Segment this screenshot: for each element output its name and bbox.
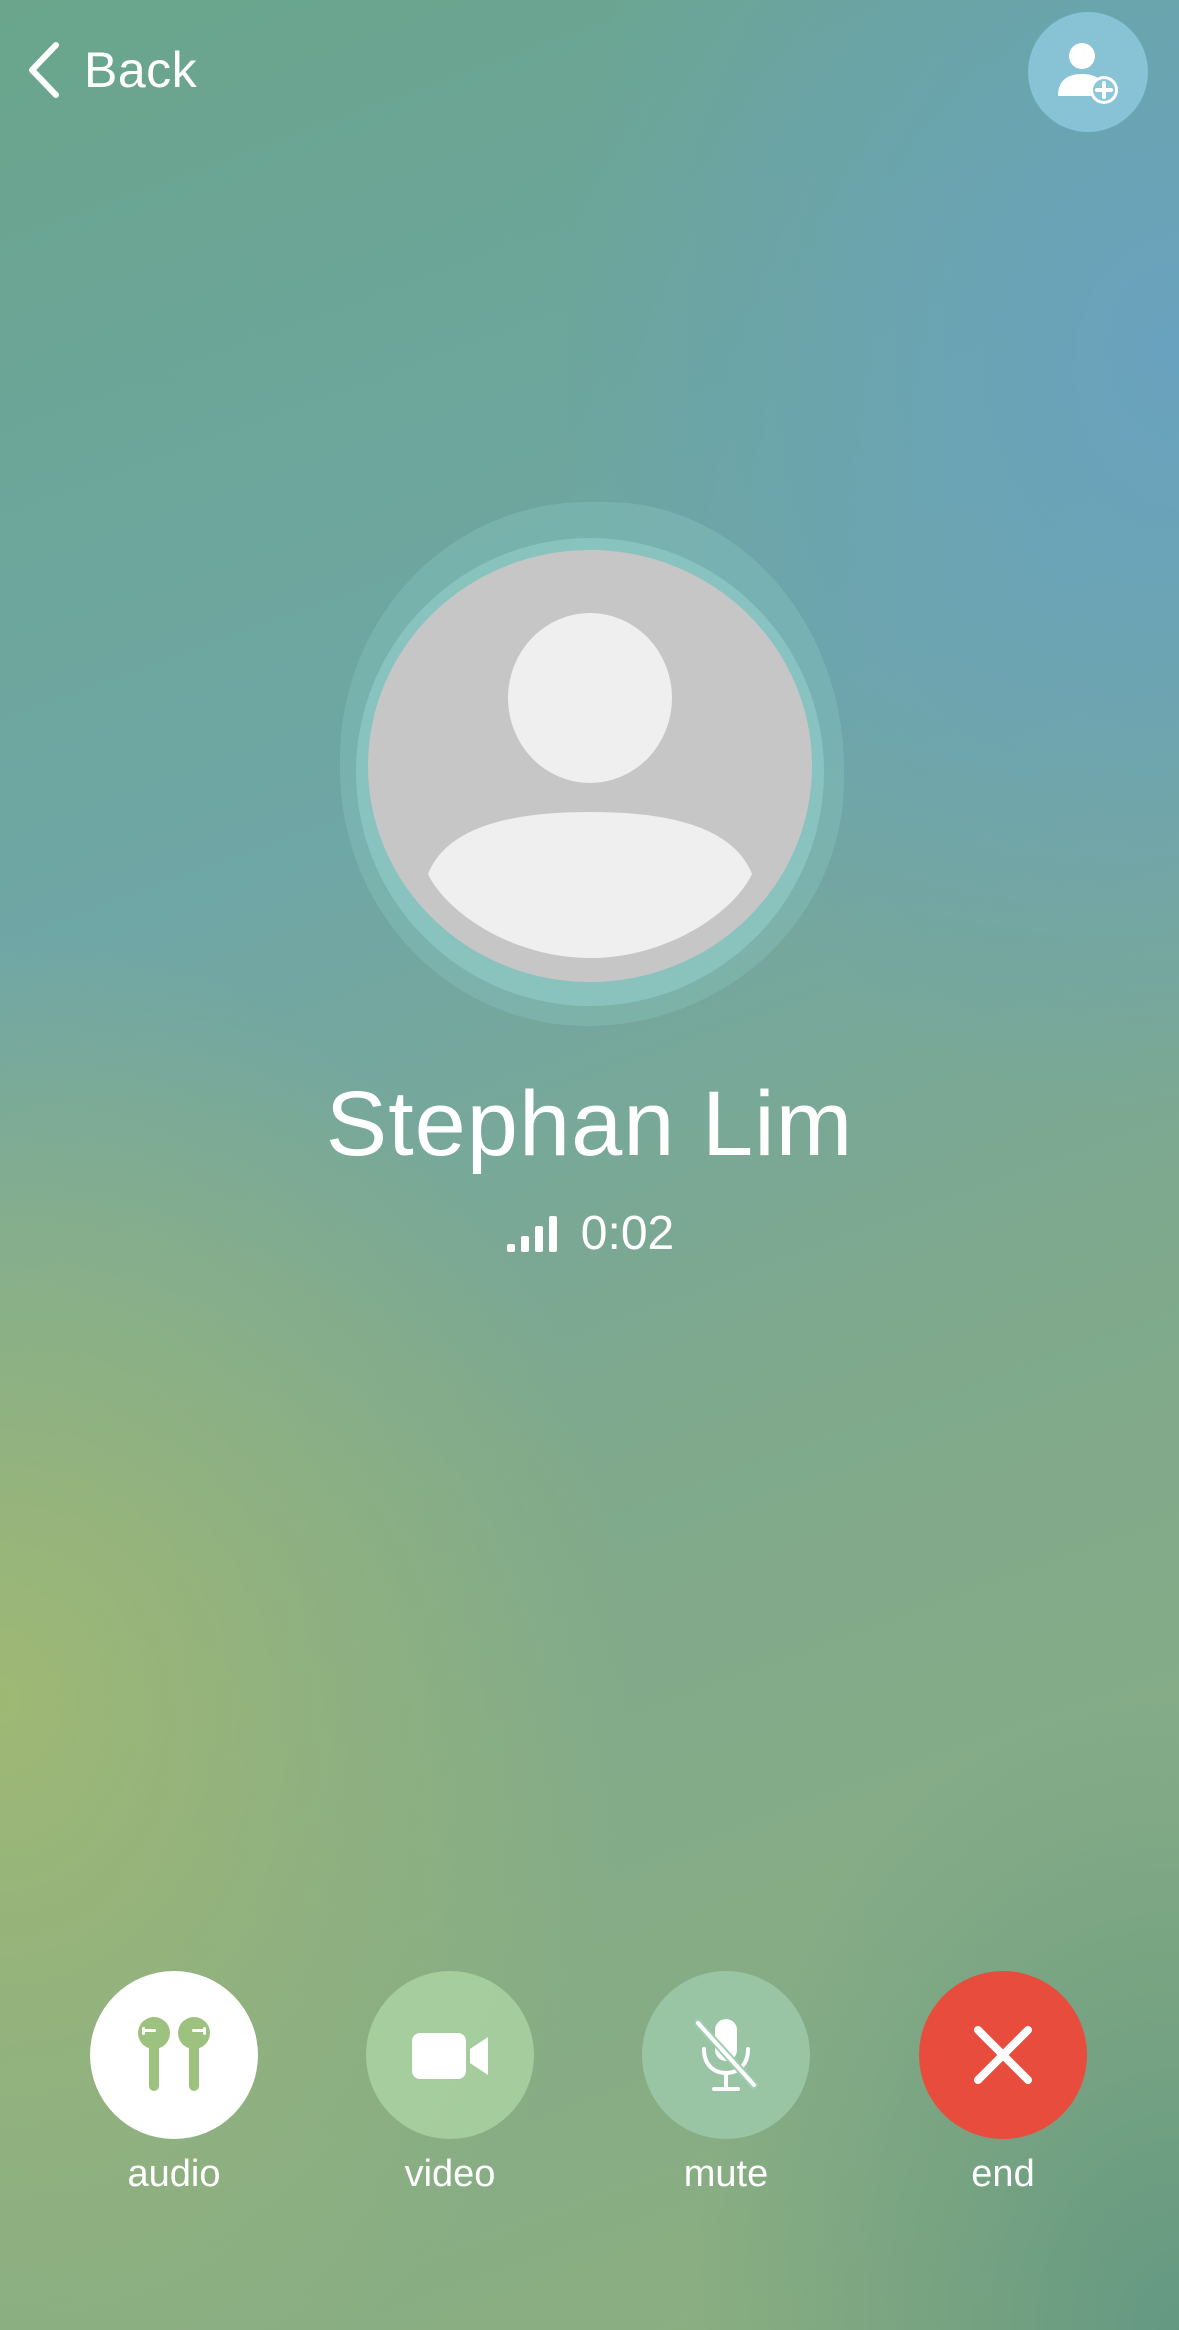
end-call-button[interactable] <box>919 1971 1087 2139</box>
video-button[interactable] <box>366 1971 534 2139</box>
add-person-icon <box>1058 43 1118 104</box>
audio-control: audio <box>89 1971 259 2196</box>
chevron-left-icon <box>29 42 59 98</box>
avatar <box>368 550 812 982</box>
audio-label: audio <box>127 2153 221 2195</box>
mute-label: mute <box>683 2153 769 2195</box>
caller-avatar <box>340 502 844 1026</box>
airpods-icon <box>138 2017 210 2091</box>
call-screen: Back Stephan Lim 0:02 audio video mute e… <box>0 0 1179 2330</box>
person-placeholder-icon <box>428 613 752 958</box>
add-person-button[interactable] <box>1028 12 1148 132</box>
end-control: end <box>918 1971 1088 2196</box>
signal-strength-icon <box>506 1215 557 1252</box>
call-status: 0:02 <box>0 1206 1179 1261</box>
caller-name: Stephan Lim <box>325 1073 854 1175</box>
mute-control: mute <box>641 1971 811 2196</box>
video-camera-icon <box>412 2033 488 2079</box>
mute-button[interactable] <box>642 1971 810 2139</box>
end-label: end <box>971 2153 1035 2195</box>
back-label: Back <box>84 42 198 98</box>
back-button[interactable]: Back <box>26 38 197 102</box>
mic-slash-icon <box>694 2019 758 2091</box>
audio-button[interactable] <box>90 1971 258 2139</box>
call-duration: 0:02 <box>580 1207 675 1260</box>
video-control: video <box>365 1971 535 2196</box>
close-icon <box>974 2026 1032 2084</box>
video-label: video <box>404 2153 496 2195</box>
